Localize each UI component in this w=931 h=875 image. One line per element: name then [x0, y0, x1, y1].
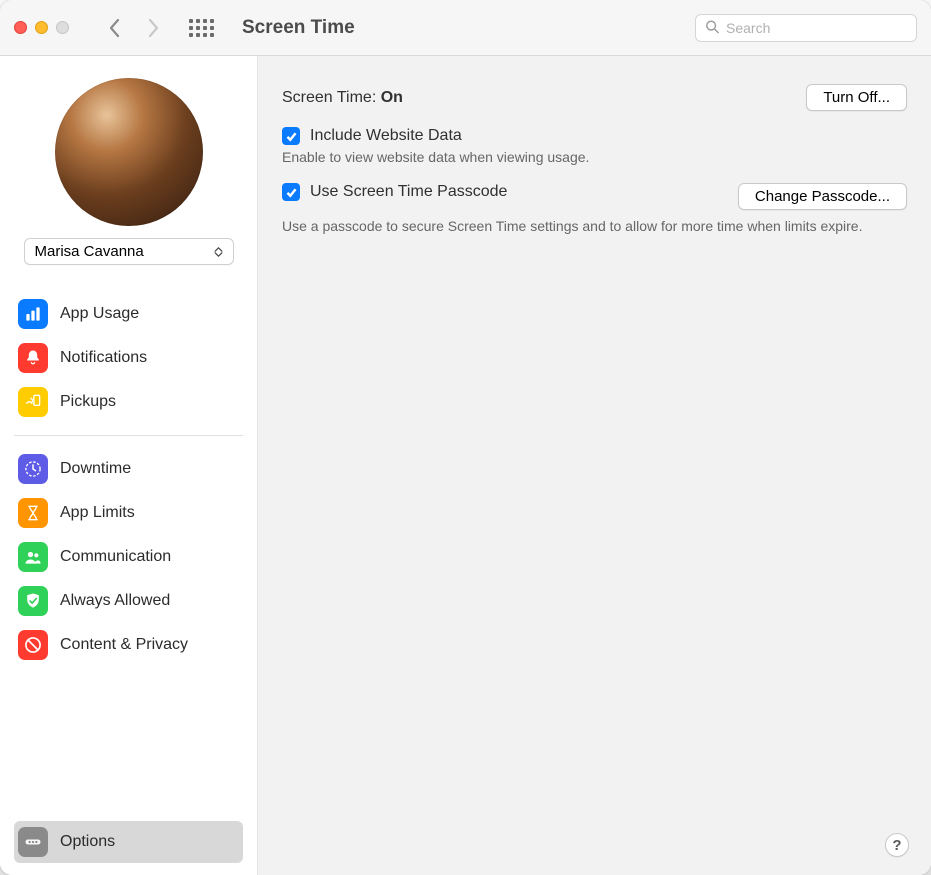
fullscreen-button[interactable] [56, 21, 69, 34]
check-shield-icon [18, 586, 48, 616]
include-website-data-checkbox[interactable] [282, 127, 300, 145]
sidebar-item-content-privacy[interactable]: Content & Privacy [14, 624, 243, 666]
user-name: Marisa Cavanna [35, 243, 144, 260]
sidebar-item-label: Notifications [60, 349, 147, 367]
sidebar-item-label: App Usage [60, 305, 139, 323]
minimize-button[interactable] [35, 21, 48, 34]
sidebar-item-pickups[interactable]: Pickups [14, 381, 243, 423]
sidebar-item-label: Communication [60, 548, 171, 566]
sidebar-item-always-allowed[interactable]: Always Allowed [14, 580, 243, 622]
chevron-updown-icon [212, 246, 225, 258]
use-passcode-checkbox[interactable] [282, 183, 300, 201]
nav-list: App Usage Notifications Pickups Downtime App… [14, 293, 243, 666]
sidebar-item-app-usage[interactable]: App Usage [14, 293, 243, 335]
options-label: Options [60, 833, 115, 851]
sidebar-item-label: Pickups [60, 393, 116, 411]
use-passcode-row: Use Screen Time Passcode [282, 183, 726, 201]
user-avatar[interactable] [55, 78, 203, 226]
search-input[interactable] [695, 14, 917, 42]
show-all-prefs-button[interactable] [189, 19, 214, 37]
pickups-icon [18, 387, 48, 417]
turn-off-button[interactable]: Turn Off... [806, 84, 907, 111]
bell-icon [18, 343, 48, 373]
no-entry-icon [18, 630, 48, 660]
include-website-data-desc: Enable to view website data when viewing… [282, 149, 907, 165]
window: Screen Time Marisa Cavanna App Usage Noti… [0, 0, 931, 875]
people-icon [18, 542, 48, 572]
help-button[interactable]: ? [885, 833, 909, 857]
nav-separator [14, 435, 243, 436]
titlebar: Screen Time [0, 0, 931, 56]
include-website-data-row: Include Website Data [282, 127, 907, 145]
use-passcode-desc: Use a passcode to secure Screen Time set… [282, 218, 907, 234]
sidebar-item-label: Content & Privacy [60, 636, 188, 654]
sidebar-item-options[interactable]: Options [14, 821, 243, 863]
sidebar-item-label: Always Allowed [60, 592, 170, 610]
close-button[interactable] [14, 21, 27, 34]
sidebar-item-communication[interactable]: Communication [14, 536, 243, 578]
sidebar-item-label: Downtime [60, 460, 131, 478]
body: Marisa Cavanna App Usage Notifications Pic… [0, 56, 931, 875]
traffic-lights [14, 21, 69, 34]
sidebar-item-app-limits[interactable]: App Limits [14, 492, 243, 534]
change-passcode-button[interactable]: Change Passcode... [738, 183, 907, 210]
clock-icon [18, 454, 48, 484]
forward-button[interactable] [143, 18, 163, 38]
main-panel: Screen Time: On Turn Off... Include Webs… [258, 56, 931, 875]
sidebar-item-label: App Limits [60, 504, 135, 522]
window-title: Screen Time [242, 17, 355, 39]
user-select[interactable]: Marisa Cavanna [24, 238, 234, 265]
hourglass-icon [18, 498, 48, 528]
include-website-data-label: Include Website Data [310, 127, 462, 145]
sidebar: Marisa Cavanna App Usage Notifications Pic… [0, 56, 258, 875]
status-label: Screen Time: On [282, 89, 403, 107]
options-icon [18, 827, 48, 857]
use-passcode-label: Use Screen Time Passcode [310, 183, 507, 201]
sidebar-item-downtime[interactable]: Downtime [14, 448, 243, 490]
sidebar-item-notifications[interactable]: Notifications [14, 337, 243, 379]
nav-arrows [105, 18, 163, 38]
bar-chart-icon [18, 299, 48, 329]
back-button[interactable] [105, 18, 125, 38]
search-wrap [695, 14, 917, 42]
search-icon [705, 19, 719, 36]
